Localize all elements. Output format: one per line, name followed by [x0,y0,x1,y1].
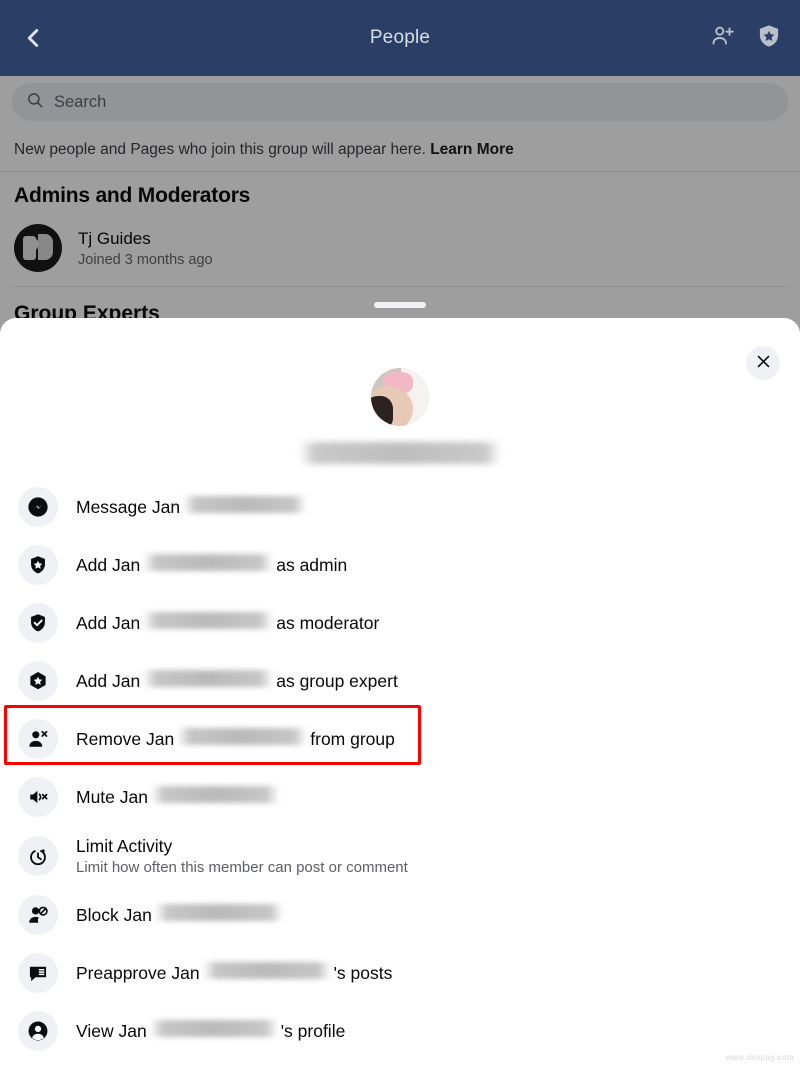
hexagon-star-icon [18,661,58,701]
menu-item-add-admin[interactable]: Add Jan as admin [0,536,800,594]
chat-lines-icon [18,953,58,993]
menu-item-subtitle: Limit how often this member can post or … [76,859,408,876]
menu-item-label: View Jan 's profile [76,1020,345,1042]
menu-item-remove-from-group[interactable]: Remove Jan from group [0,710,800,768]
redacted-name [143,554,274,571]
menu-item-label-suffix: from group [310,729,395,749]
top-app-bar: People [0,0,800,76]
messenger-icon [18,487,58,527]
menu-item-label-prefix: Block Jan [76,905,152,925]
menu-item-label-prefix: Limit Activity [76,836,173,856]
add-person-icon[interactable] [710,23,736,54]
person-remove-icon [18,719,58,759]
timer-icon [18,836,58,876]
redacted-name [143,670,274,687]
menu-item-label: Limit Activity [76,836,408,857]
menu-item-label-suffix: 's posts [333,963,393,983]
member-actions-sheet: Message Jan Add Jan as admin Add Jan as mode… [0,318,800,1066]
menu-item-text-column: Message Jan [76,496,309,518]
menu-item-label-prefix: Add Jan [76,671,141,691]
shield-check-icon [18,603,58,643]
close-button[interactable] [746,346,780,380]
speaker-mute-icon [18,777,58,817]
menu-item-label: Add Jan as group expert [76,670,398,692]
watermark: www.dexpag.com [725,1053,794,1062]
redacted-name [202,962,331,979]
menu-item-block[interactable]: Block Jan [0,886,800,944]
person-circle-icon [18,1011,58,1051]
redacted-name [183,496,307,513]
menu-item-text-column: View Jan 's profile [76,1020,345,1042]
redacted-name [149,1020,278,1037]
menu-item-label-prefix: View Jan [76,1021,147,1041]
shield-star-icon [18,545,58,585]
menu-item-label-prefix: Mute Jan [76,787,148,807]
menu-item-text-column: Remove Jan from group [76,728,395,750]
redacted-name [150,786,279,803]
menu-item-label: Add Jan as moderator [76,612,379,634]
actions-menu: Message Jan Add Jan as admin Add Jan as mode… [0,478,800,1060]
sheet-drag-handle[interactable] [374,302,426,308]
menu-item-label: Remove Jan from group [76,728,395,750]
person-block-icon [18,895,58,935]
menu-item-text-column: Limit Activity Limit how often this membe… [76,836,408,876]
menu-item-limit-activity[interactable]: Limit Activity Limit how often this membe… [0,826,800,886]
menu-item-label: Block Jan [76,904,286,926]
shield-star-icon[interactable] [756,23,782,54]
menu-item-text-column: Mute Jan [76,786,282,808]
menu-item-text-column: Add Jan as group expert [76,670,398,692]
menu-item-label-prefix: Add Jan [76,613,141,633]
menu-item-label-prefix: Message Jan [76,497,181,517]
member-avatar [371,368,429,426]
menu-item-mute[interactable]: Mute Jan [0,768,800,826]
back-button[interactable] [18,23,48,53]
menu-item-message[interactable]: Message Jan [0,478,800,536]
menu-item-label: Mute Jan [76,786,282,808]
menu-item-label-suffix: 's profile [280,1021,346,1041]
close-icon [755,353,772,373]
menu-item-preapprove-posts[interactable]: Preapprove Jan 's posts [0,944,800,1002]
menu-item-label: Message Jan [76,496,309,518]
menu-item-label-prefix: Remove Jan [76,729,175,749]
redacted-name [143,612,274,629]
menu-item-label-prefix: Preapprove Jan [76,963,200,983]
menu-item-label-prefix: Add Jan [76,555,141,575]
top-bar-actions [710,23,782,54]
redacted-name [154,904,283,921]
menu-item-label: Preapprove Jan 's posts [76,962,392,984]
menu-item-text-column: Add Jan as admin [76,554,347,576]
page-title: People [369,27,431,48]
menu-item-label-suffix: as admin [276,555,348,575]
menu-item-label-suffix: as group expert [276,671,398,691]
menu-item-label-suffix: as moderator [276,613,380,633]
member-name-redacted [299,442,501,464]
menu-item-add-moderator[interactable]: Add Jan as moderator [0,594,800,652]
menu-item-add-group-expert[interactable]: Add Jan as group expert [0,652,800,710]
menu-item-text-column: Add Jan as moderator [76,612,379,634]
redacted-name [177,728,308,745]
menu-item-text-column: Block Jan [76,904,286,926]
screen-root: People Search New people and Pages who j… [0,0,800,1066]
menu-item-label: Add Jan as admin [76,554,347,576]
menu-item-view-profile[interactable]: View Jan 's profile [0,1002,800,1060]
menu-item-text-column: Preapprove Jan 's posts [76,962,392,984]
